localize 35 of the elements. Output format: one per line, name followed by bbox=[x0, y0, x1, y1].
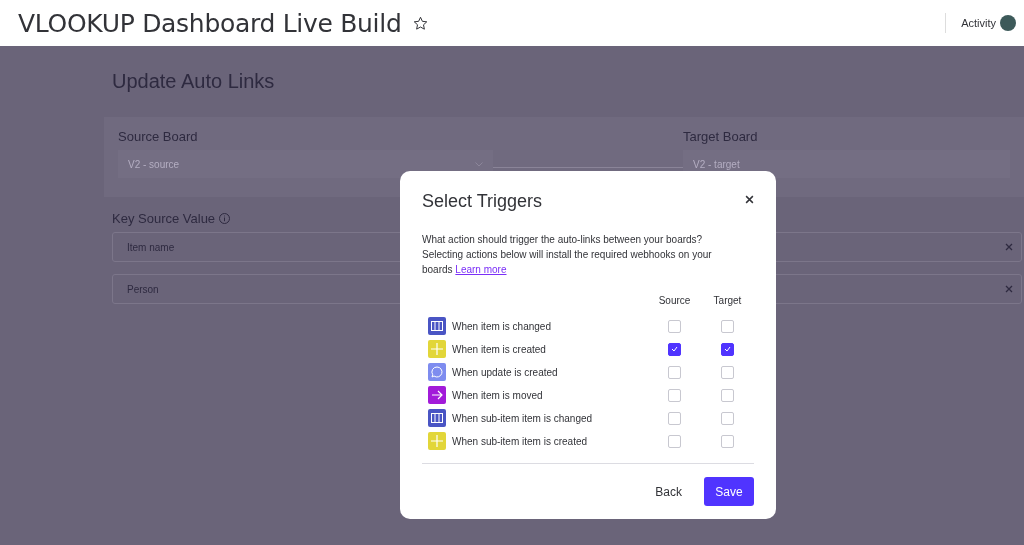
back-button[interactable]: Back bbox=[643, 476, 694, 507]
trigger-label: When sub-item item is created bbox=[452, 435, 588, 447]
checkmark-icon bbox=[671, 346, 678, 352]
trigger-label: When item is created bbox=[452, 343, 546, 355]
board-title: VLOOKUP Dashboard Live Build bbox=[18, 8, 402, 38]
column-header: Source bbox=[657, 295, 692, 306]
trigger-label: When item is moved bbox=[452, 389, 543, 401]
learn-more-link[interactable]: Learn more bbox=[455, 264, 507, 275]
chevron-down-icon bbox=[475, 161, 483, 167]
activity-link[interactable]: Activity bbox=[945, 13, 996, 33]
plus-icon bbox=[428, 432, 446, 450]
clear-icon[interactable] bbox=[1005, 243, 1013, 251]
dialog-description: What action should trigger the auto-links between your boards? Selecting actions below will install the required webhooks on your boards Learn more bbox=[422, 233, 713, 277]
columns-icon bbox=[428, 317, 446, 335]
star-icon[interactable] bbox=[413, 15, 429, 31]
dialog-title: Select Triggers bbox=[422, 191, 543, 212]
avatar[interactable] bbox=[1000, 15, 1016, 31]
clear-icon[interactable] bbox=[1005, 285, 1013, 293]
field-label: Source Board bbox=[118, 129, 199, 144]
columns-icon bbox=[428, 409, 446, 427]
checkmark-icon bbox=[724, 346, 731, 352]
trigger-label: When update is created bbox=[452, 366, 558, 378]
field-label: Key Source Value bbox=[112, 211, 216, 226]
save-button[interactable]: Save bbox=[704, 477, 754, 506]
arrow-right-icon bbox=[428, 386, 446, 404]
page-title: Update Auto Links bbox=[112, 70, 276, 93]
trigger-label: When sub-item item is changed bbox=[452, 412, 593, 424]
plus-icon bbox=[428, 340, 446, 358]
column-header: Target bbox=[712, 295, 743, 306]
trigger-label: When item is changed bbox=[452, 320, 551, 332]
checkbox[interactable] bbox=[721, 342, 734, 356]
checkbox[interactable] bbox=[668, 342, 681, 356]
field-label: Target Board bbox=[683, 129, 759, 144]
chat-bubble-icon bbox=[428, 363, 446, 381]
info-icon[interactable] bbox=[219, 213, 231, 224]
